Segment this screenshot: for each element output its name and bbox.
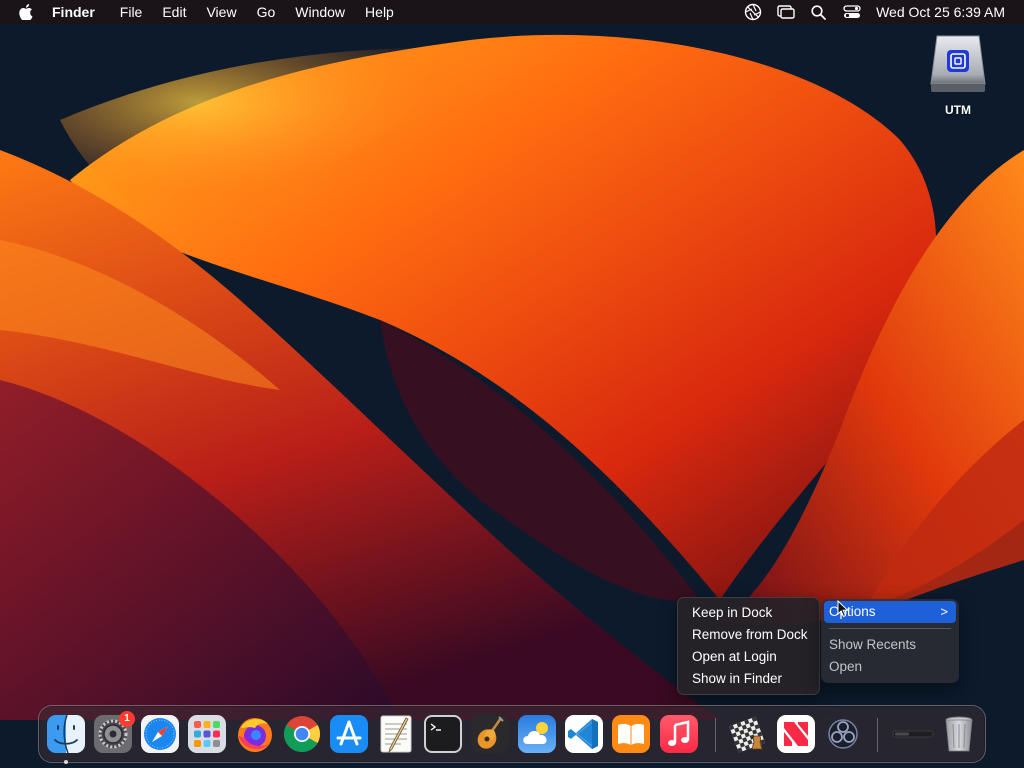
- music-note-icon: [660, 715, 698, 753]
- dock-launchpad[interactable]: [187, 714, 227, 754]
- trash-icon: [945, 716, 973, 752]
- desktop-icon-label: UTM: [945, 103, 971, 117]
- menu-view[interactable]: View: [196, 0, 246, 24]
- dock-app-store[interactable]: [329, 714, 369, 754]
- aperture-icon[interactable]: [736, 0, 769, 24]
- dock-trash[interactable]: [939, 714, 979, 754]
- dock-chrome[interactable]: [282, 714, 322, 754]
- obs-icon: [828, 719, 858, 749]
- books-icon: [612, 715, 650, 753]
- running-indicator: [64, 760, 68, 764]
- minimized-window-icon: [892, 730, 934, 738]
- menu-separator: [829, 628, 951, 629]
- dock-garageband[interactable]: [470, 714, 510, 754]
- menu-go[interactable]: Go: [247, 0, 286, 24]
- app-store-icon: [330, 715, 368, 753]
- control-center-icon[interactable]: [835, 0, 868, 24]
- dock-safari[interactable]: [140, 714, 180, 754]
- dock-vscode[interactable]: [564, 714, 604, 754]
- mouse-pointer-icon: [837, 600, 849, 618]
- terminal-icon: [424, 715, 462, 753]
- desktop-icon-utm[interactable]: UTM: [922, 34, 994, 117]
- menu-app-name[interactable]: Finder: [52, 0, 110, 24]
- menu-window[interactable]: Window: [285, 0, 355, 24]
- menu-item-show-recents[interactable]: Show Recents: [824, 634, 956, 656]
- dock-firefox[interactable]: [235, 714, 275, 754]
- menu-item-options-label: Options: [829, 604, 876, 619]
- dock-books[interactable]: [611, 714, 651, 754]
- dock-terminal[interactable]: [423, 714, 463, 754]
- dock-system-settings[interactable]: 1: [93, 711, 135, 754]
- apple-menu-icon[interactable]: [0, 0, 52, 24]
- menu-item-keep-in-dock[interactable]: Keep in Dock: [682, 602, 815, 624]
- dock-divider: [715, 718, 716, 752]
- chevron-right-icon: >: [940, 604, 948, 619]
- firefox-icon: [238, 718, 272, 752]
- menu-item-show-in-finder[interactable]: Show in Finder: [682, 668, 815, 690]
- notification-badge: 1: [119, 711, 135, 727]
- safari-compass-icon: [141, 715, 179, 753]
- dock-textedit[interactable]: [376, 714, 416, 754]
- menu-item-remove-from-dock[interactable]: Remove from Dock: [682, 624, 815, 646]
- news-icon: [777, 715, 815, 753]
- dock-obs[interactable]: [823, 714, 863, 754]
- dock-context-menu: Keep in Dock Remove from Dock Open at Lo…: [677, 597, 820, 695]
- launchpad-grid-icon: [188, 715, 226, 753]
- menu-bar-clock[interactable]: Wed Oct 25 6:39 AM: [868, 4, 1024, 20]
- chrome-icon: [283, 716, 321, 753]
- menu-bar: Finder File Edit View Go Window Help Wed…: [0, 0, 1024, 24]
- menu-item-open-at-login[interactable]: Open at Login: [682, 646, 815, 668]
- dock-music[interactable]: [659, 714, 699, 754]
- dock: 1: [38, 705, 986, 764]
- finder-icon: [47, 714, 85, 754]
- weather-cloud-icon: [518, 715, 556, 753]
- menu-item-open[interactable]: Open: [824, 656, 956, 678]
- vscode-icon: [565, 715, 603, 753]
- menu-file[interactable]: File: [110, 0, 153, 24]
- dock-weather[interactable]: [517, 714, 557, 754]
- menu-edit[interactable]: Edit: [152, 0, 196, 24]
- menu-help[interactable]: Help: [355, 0, 404, 24]
- search-icon[interactable]: [802, 0, 835, 24]
- dock-finder[interactable]: [46, 714, 86, 764]
- chess-icon: [729, 716, 766, 753]
- dock-news[interactable]: [776, 714, 816, 754]
- dock-divider: [877, 718, 878, 752]
- screen-mirroring-icon[interactable]: [769, 0, 802, 24]
- guitar-icon: [471, 715, 509, 753]
- textedit-icon: [380, 715, 412, 754]
- dock-chess[interactable]: [729, 714, 769, 754]
- external-drive-icon: [929, 34, 987, 94]
- dock-minimized-window[interactable]: [891, 714, 935, 754]
